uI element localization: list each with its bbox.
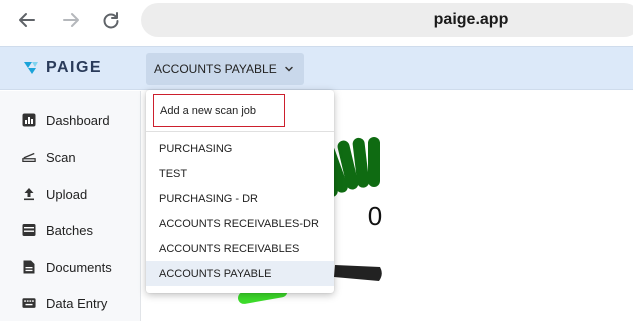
menu-item-accounts-receivables[interactable]: ACCOUNTS RECEIVABLES	[146, 236, 334, 261]
document-icon	[22, 260, 36, 274]
menu-divider	[146, 131, 334, 132]
logo-mark-icon	[24, 62, 38, 74]
gauge-tick	[352, 137, 370, 188]
url-text: paige.app	[433, 11, 509, 28]
browser-toolbar: paige.app	[0, 0, 633, 40]
menu-item-test[interactable]: TEST	[146, 161, 334, 186]
queue-select[interactable]: ACCOUNTS PAYABLE	[146, 53, 304, 85]
sidebar-item-label: Documents	[46, 259, 112, 275]
sidebar-item-batches[interactable]: Batches	[22, 220, 93, 240]
gauge-needle	[334, 265, 382, 281]
menu-item-accounts-payable[interactable]: ACCOUNTS PAYABLE	[146, 261, 334, 286]
gauge-tick	[337, 140, 359, 190]
sidebar-item-label: Batches	[46, 222, 93, 238]
sidebar-item-label: Data Entry	[46, 295, 108, 311]
sidebar-item-data-entry[interactable]: Data Entry	[22, 293, 107, 313]
logo-text: PAIGE	[46, 59, 103, 76]
archive-box-icon	[22, 223, 36, 237]
sidebar-item-scan[interactable]: Scan	[22, 147, 76, 167]
add-scan-job-button[interactable]: Add a new scan job	[153, 94, 285, 127]
forward-arrow-icon[interactable]	[58, 7, 84, 33]
address-bar[interactable]: paige.app	[141, 3, 633, 37]
sidebar-item-label: Upload	[46, 186, 88, 202]
menu-item-accounts-receivables-dr[interactable]: ACCOUNTS RECEIVABLES-DR	[146, 211, 334, 236]
reload-icon[interactable]	[98, 7, 124, 33]
queue-select-value: ACCOUNTS PAYABLE	[154, 62, 277, 76]
sidebar-item-upload[interactable]: Upload	[22, 184, 87, 204]
keyboard-icon	[22, 296, 36, 310]
sidebar-item-documents[interactable]: Documents	[22, 257, 112, 277]
paige-logo[interactable]: PAIGE	[22, 57, 102, 79]
sidebar-item-label: Dashboard	[46, 112, 110, 128]
sidebar-item-dashboard[interactable]: Dashboard	[22, 110, 110, 130]
scanner-icon	[22, 150, 36, 164]
bar-chart-icon	[22, 113, 36, 127]
sidebar: Dashboard Scan Upload Batches Documents	[0, 91, 141, 321]
page-root: paige.app PAIGE ACCOUNTS PAYABLE Dashboa…	[0, 0, 633, 321]
queue-dropdown-menu: Add a new scan job PURCHASING TEST PURCH…	[146, 90, 334, 293]
upload-icon	[22, 187, 36, 201]
app-header: PAIGE ACCOUNTS PAYABLE	[0, 46, 633, 90]
gauge-value: 0	[367, 201, 383, 231]
menu-item-purchasing[interactable]: PURCHASING	[146, 136, 334, 161]
chevron-down-icon	[284, 66, 293, 72]
menu-item-purchasing-dr[interactable]: PURCHASING - DR	[146, 186, 334, 211]
sidebar-item-label: Scan	[46, 149, 76, 165]
back-arrow-icon[interactable]	[14, 7, 40, 33]
